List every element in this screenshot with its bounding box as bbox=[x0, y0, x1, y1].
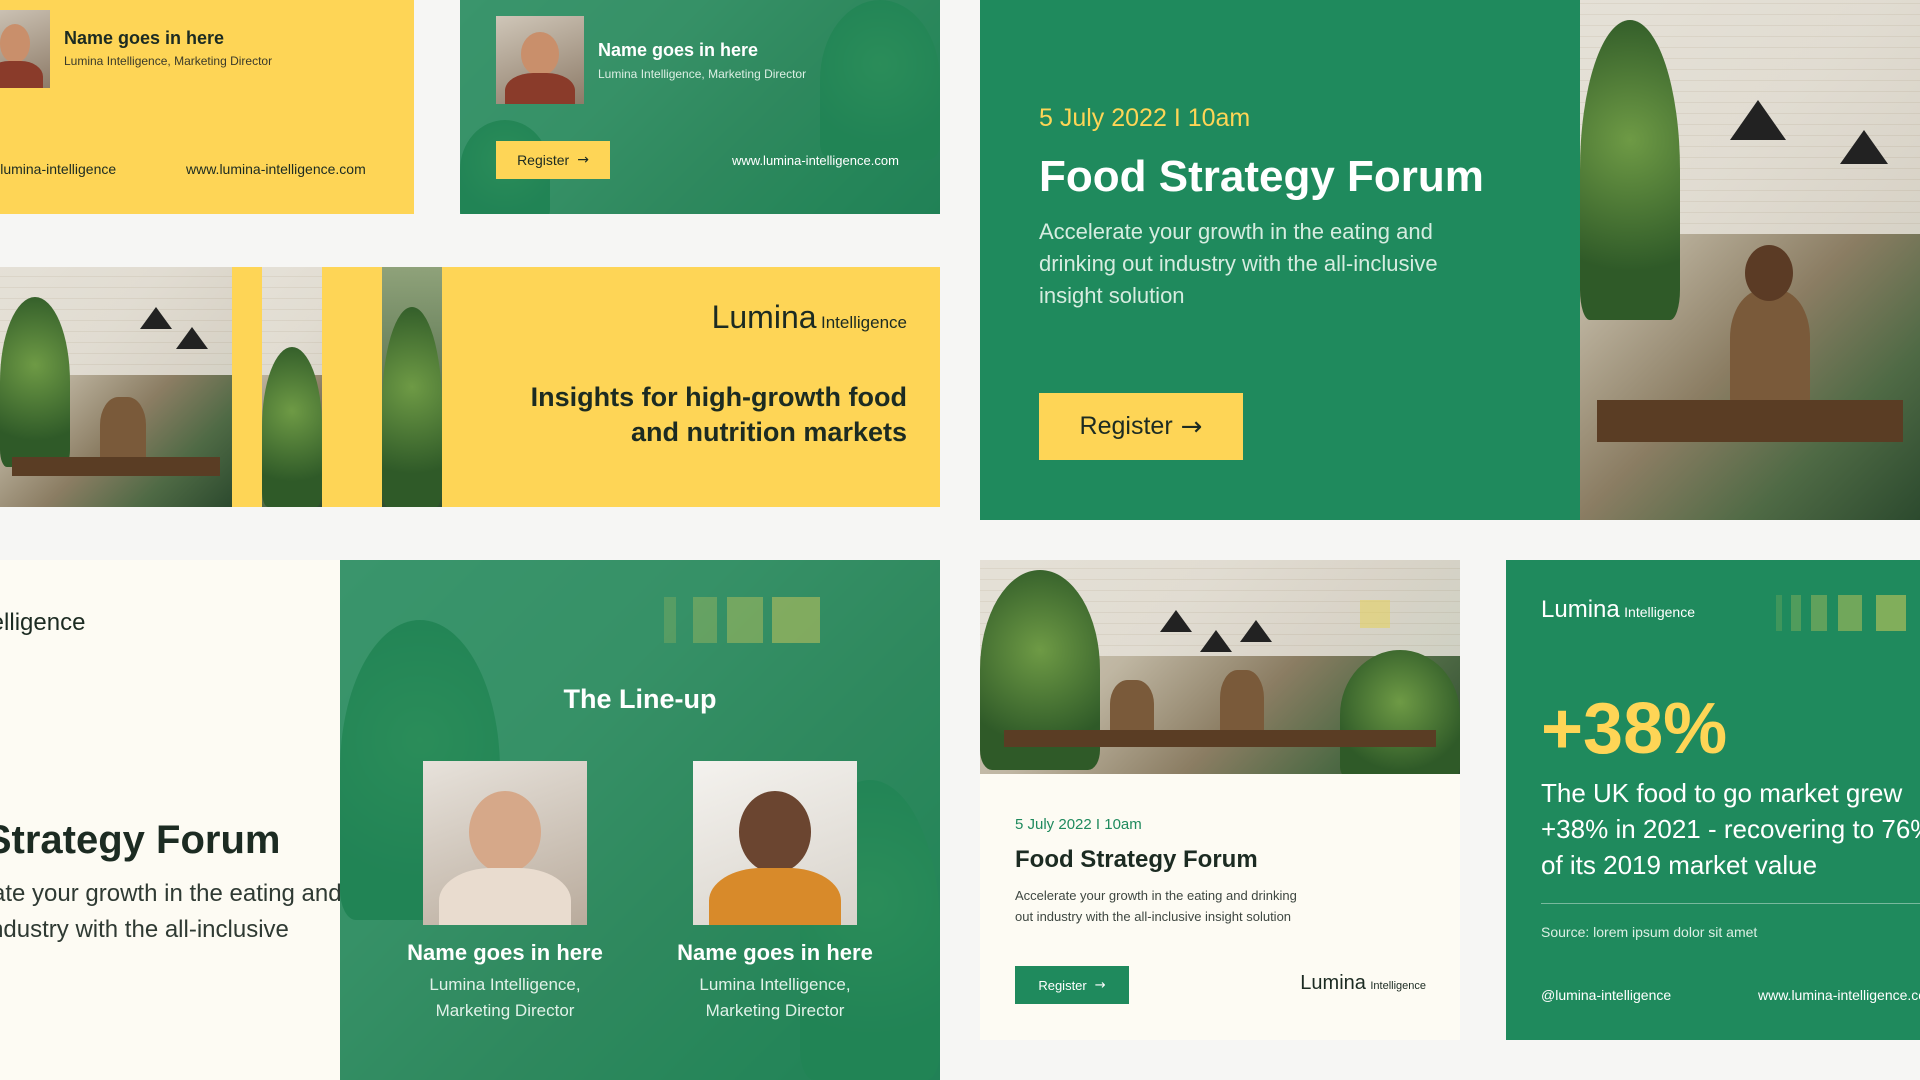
cafe-photo bbox=[1580, 0, 1920, 520]
website-link[interactable]: www.lumina-intelligence.com bbox=[186, 161, 366, 177]
register-button[interactable]: Register → bbox=[1039, 393, 1243, 460]
event-description-line: Accelerate your growth in the eating and bbox=[0, 880, 340, 907]
event-description-line: out industry with the all-inclusive insi… bbox=[1015, 909, 1292, 924]
lineup-card: The Line-up Name goes in here Lumina Int… bbox=[340, 560, 940, 1080]
speaker-role: Lumina Intelligence, Marketing Director bbox=[64, 54, 273, 68]
logo-sub: Intelligence bbox=[820, 313, 907, 332]
speaker-name: Name goes in here bbox=[598, 40, 759, 60]
stat-card: Lumina Intelligence +38% The UK food to … bbox=[1506, 560, 1920, 1040]
lineup-title: The Line-up bbox=[563, 684, 717, 714]
brand-logo: Lumina Intelligence bbox=[1300, 972, 1426, 995]
logo-sub: Intelligence bbox=[1624, 604, 1695, 620]
event-description-line: drinking out industry with the all-inclu… bbox=[0, 916, 289, 943]
event-card-cream: Intelligence Food Strategy Forum Acceler… bbox=[0, 560, 340, 1080]
speaker-card-yellow: Name goes in here Lumina Intelligence, M… bbox=[0, 0, 414, 214]
event-description-line: Accelerate your growth in the eating and… bbox=[1015, 888, 1297, 903]
decor-bar bbox=[664, 597, 676, 643]
decor-bar bbox=[693, 597, 717, 643]
event-title: Food Strategy Forum bbox=[0, 818, 281, 862]
divider bbox=[1541, 903, 1920, 904]
speaker-avatar bbox=[693, 761, 857, 925]
speaker-avatar bbox=[496, 16, 584, 104]
stat-description-line: The UK food to go market grew bbox=[1541, 778, 1903, 808]
photo-strip bbox=[382, 267, 442, 507]
register-label: Register bbox=[517, 152, 570, 168]
website-link[interactable]: www.lumina-intelligence.com bbox=[732, 153, 899, 168]
stat-description-line: +38% in 2021 - recovering to 76% bbox=[1541, 814, 1920, 844]
headline-line: and nutrition markets bbox=[630, 417, 907, 447]
register-label: Register bbox=[1079, 412, 1173, 440]
decor-bar bbox=[1876, 595, 1906, 631]
register-button[interactable]: Register → bbox=[496, 141, 610, 179]
speaker-avatar bbox=[0, 10, 50, 88]
speaker-role: Marketing Director bbox=[435, 1001, 575, 1020]
source-note: Source: lorem ipsum dolor sit amet bbox=[1541, 924, 1758, 940]
decor-bar bbox=[727, 597, 763, 643]
speaker-name: Name goes in here bbox=[407, 940, 603, 965]
logo-sub: Intelligence bbox=[0, 609, 86, 636]
photo-strip bbox=[262, 267, 322, 507]
cafe-photo bbox=[980, 560, 1460, 774]
event-card-small: 5 July 2022 I 10am Food Strategy Forum A… bbox=[980, 560, 1460, 1040]
event-title: Food Strategy Forum bbox=[1015, 846, 1258, 873]
insights-banner: Lumina Intelligence Insights for high-gr… bbox=[0, 267, 940, 507]
logo-main: Lumina bbox=[711, 299, 817, 335]
stat-value: +38% bbox=[1541, 689, 1728, 769]
cafe-photo bbox=[0, 267, 232, 507]
speaker-role: Lumina Intelligence, bbox=[699, 975, 851, 994]
speaker-role: Lumina Intelligence, bbox=[429, 975, 581, 994]
stat-description-line: of its 2019 market value bbox=[1541, 850, 1818, 880]
event-description-line: Accelerate your growth in the eating and bbox=[1039, 219, 1433, 244]
speaker-name: Name goes in here bbox=[677, 940, 873, 965]
logo-sub: Intelligence bbox=[1370, 980, 1426, 992]
event-title: Food Strategy Forum bbox=[1039, 152, 1484, 201]
decor-bar bbox=[1811, 595, 1827, 631]
event-description-line: drinking out industry with the all-inclu… bbox=[1039, 251, 1438, 276]
speaker-avatar bbox=[423, 761, 587, 925]
logo-main: Lumina bbox=[1300, 972, 1366, 994]
website-link[interactable]: www.lumina-intelligence.com bbox=[1758, 987, 1920, 1003]
event-card-large: 5 July 2022 I 10am Food Strategy Forum A… bbox=[980, 0, 1920, 520]
speaker-name: Name goes in here bbox=[64, 28, 225, 48]
decor-bar bbox=[1838, 595, 1862, 631]
arrow-right-icon: → bbox=[1180, 411, 1203, 442]
arrow-right-icon: → bbox=[577, 152, 589, 168]
headline-line: Insights for high-growth food bbox=[530, 382, 907, 412]
register-label: Register bbox=[1038, 977, 1087, 993]
social-handle: @lumina-intelligence bbox=[0, 161, 117, 177]
brand-logo: Lumina Intelligence bbox=[1541, 596, 1695, 624]
arrow-right-icon: → bbox=[1094, 977, 1106, 993]
logo-main: Lumina bbox=[1541, 596, 1620, 623]
decor-bar bbox=[772, 597, 820, 643]
speaker-card-green: Name goes in here Lumina Intelligence, M… bbox=[460, 0, 940, 214]
social-handle: @lumina-intelligence bbox=[1541, 987, 1672, 1003]
event-date: 5 July 2022 I 10am bbox=[1039, 104, 1251, 132]
speaker-role: Marketing Director bbox=[705, 1001, 845, 1020]
decor-bar bbox=[1776, 595, 1782, 631]
register-button[interactable]: Register → bbox=[1015, 966, 1129, 1004]
brand-logo: Lumina Intelligence bbox=[712, 299, 907, 336]
decor-bar bbox=[1791, 595, 1801, 631]
speaker-role: Lumina Intelligence, Marketing Director bbox=[598, 67, 807, 81]
event-date: 5 July 2022 I 10am bbox=[1015, 816, 1142, 833]
event-description-line: insight solution bbox=[1039, 283, 1185, 308]
